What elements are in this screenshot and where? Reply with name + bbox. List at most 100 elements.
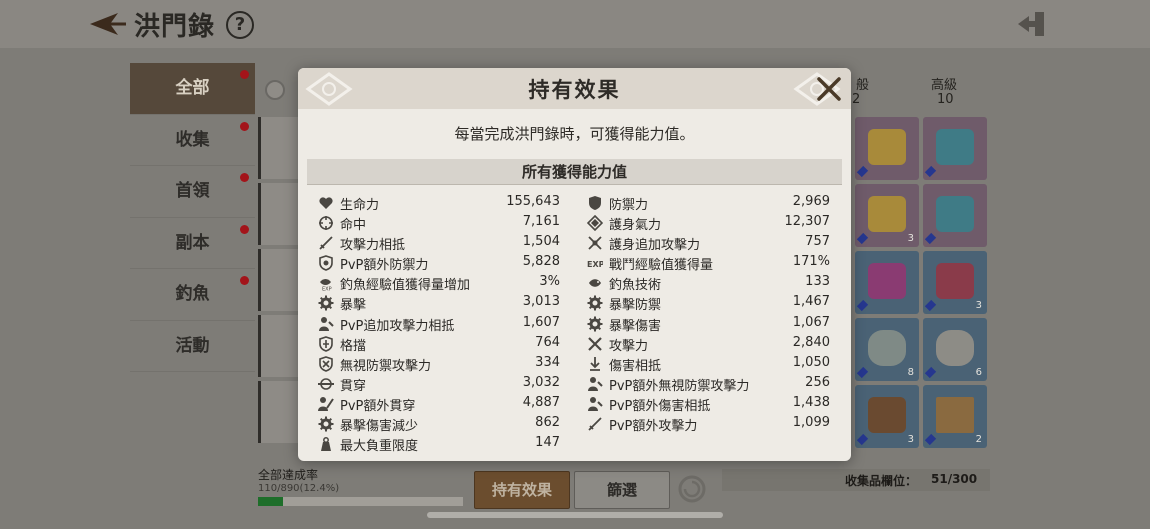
item-slot[interactable]: 3 [923,251,987,314]
stat-name: 釣魚技術 [609,278,662,294]
stat-name: PvP額外貫穿 [340,398,416,414]
teapot-icon [936,330,974,366]
collection-slots-value: 51/300 [931,472,978,486]
list-item[interactable] [258,249,298,311]
list-item[interactable] [258,381,298,443]
shield-pvp-icon [319,255,333,272]
sidebar-item-label: 釣魚 [175,284,210,304]
stat-row: PvP額外傷害相抵 1,438 [587,394,830,414]
item-slot[interactable]: 2 [923,385,987,448]
sidebar-item-collection[interactable]: 收集 [130,115,255,166]
weight-icon [321,437,331,452]
item-slot[interactable]: 3 [855,184,919,247]
exit-icon[interactable] [1016,10,1048,38]
stat-row: 傷害相抵 1,050 [587,354,830,374]
stat-value: 1,099 [792,415,830,431]
gear-icon [587,316,603,332]
item-slot[interactable] [923,117,987,180]
red-crystal-icon [936,263,974,299]
item-slot[interactable]: 6 [923,318,987,381]
stat-value: 4,887 [522,394,560,410]
stat-value: 3,013 [522,294,560,310]
item-slot[interactable]: 3 [855,385,919,448]
refresh-icon[interactable] [678,475,706,503]
stat-row: EXP 戰鬥經驗值獲得量 171% [587,253,830,273]
sidebar-item-boss[interactable]: 首領 [130,166,255,218]
list-item[interactable] [258,315,298,377]
stat-row: 暴擊傷害減少 862 [318,414,560,434]
stat-name: 最大負重限度 [340,439,419,455]
fishing-icon [589,279,601,288]
grade-marker [856,366,869,379]
stat-row: PvP追加攻擊力相抵 1,607 [318,314,560,334]
stat-name: PvP額外攻擊力 [609,419,698,435]
stat-name: 暴擊防禦 [609,298,662,314]
notification-dot [240,224,249,234]
crossed-swords-icon [588,336,602,351]
stat-row: 貫穿 3,032 [318,374,560,394]
svg-text:EXP: EXP [587,260,603,269]
stat-name: 格擋 [340,338,367,354]
gold-crystal-icon [868,196,906,232]
stat-row: PvP額外無視防禦攻擊力 256 [587,374,830,394]
dialog-description: 每當完成洪門錄時，可獲得能力值。 [454,125,695,143]
stat-row: PvP額外防禦力 5,828 [318,253,560,273]
stat-name: 生命力 [340,198,380,213]
grade-normal-count: 2 [852,92,861,107]
stat-name: 暴擊傷害減少 [340,419,419,435]
select-all-radio[interactable] [265,80,285,100]
sidebar-item-all[interactable]: 全部 [130,63,255,115]
stat-row: PvP額外攻擊力 1,099 [587,414,830,434]
sidebar-item-label: 收集 [175,129,210,150]
stat-name: 攻擊力相抵 [340,238,406,254]
grade-marker [856,165,869,178]
aura-icon [587,215,603,232]
stat-value: 1,050 [792,354,830,370]
held-effects-button[interactable]: 持有效果 [474,471,570,509]
item-count: 8 [907,367,914,378]
stat-value: 133 [805,274,830,290]
stat-row: 命中 7,161 [318,213,560,233]
item-slot[interactable] [855,117,919,180]
home-indicator[interactable] [427,512,723,518]
stat-value: 1,467 [792,294,830,310]
help-icon[interactable]: ? [226,11,254,39]
stat-name: PvP額外無視防禦攻擊力 [609,378,750,394]
notification-dot [240,173,249,182]
completion-progress-fill [258,497,284,506]
stat-row: 釣魚技術 133 [587,273,830,293]
item-slot[interactable]: 8 [855,318,919,381]
cross-swords-icon [588,236,602,250]
stat-name: 無視防禦攻擊力 [340,358,432,374]
stat-name: 命中 [340,218,367,234]
stat-value: 862 [535,415,560,431]
notification-dot [240,121,249,131]
sidebar-item-fishing[interactable]: 釣魚 [130,269,255,321]
filter-button[interactable]: 篩選 [574,471,670,509]
back-arrow-icon[interactable] [88,10,128,38]
block-shield-icon [319,335,333,352]
stat-value: 3,032 [522,374,560,390]
item-count: 3 [975,300,982,311]
pvp-pierce-icon [318,396,334,411]
stat-name: 戰鬥經驗值獲得量 [609,258,714,274]
close-icon[interactable] [816,76,842,102]
stat-row: PvP額外貫穿 4,887 [318,394,560,414]
item-slot[interactable] [923,184,987,247]
sidebar-item-label: 副本 [175,232,210,253]
book-icon [936,397,974,433]
stat-value: 12,307 [784,214,831,230]
sidebar-item-dungeon[interactable]: 副本 [130,218,255,269]
stat-row: 護身追加攻擊力 757 [587,233,830,253]
completion-progress-bar [258,497,463,506]
list-item[interactable] [258,117,298,179]
list-item[interactable] [258,183,298,245]
stat-row: 攻擊力 2,840 [587,334,830,354]
item-slot[interactable] [855,251,919,314]
item-count: 6 [975,367,982,378]
sidebar-item-event[interactable]: 活動 [130,321,255,372]
stat-row: 無視防禦攻擊力 334 [318,354,560,374]
item-count: 3 [907,434,914,445]
notification-dot [240,276,249,285]
stat-row: EXP 釣魚經驗值獲得量增加 3% [318,273,560,293]
